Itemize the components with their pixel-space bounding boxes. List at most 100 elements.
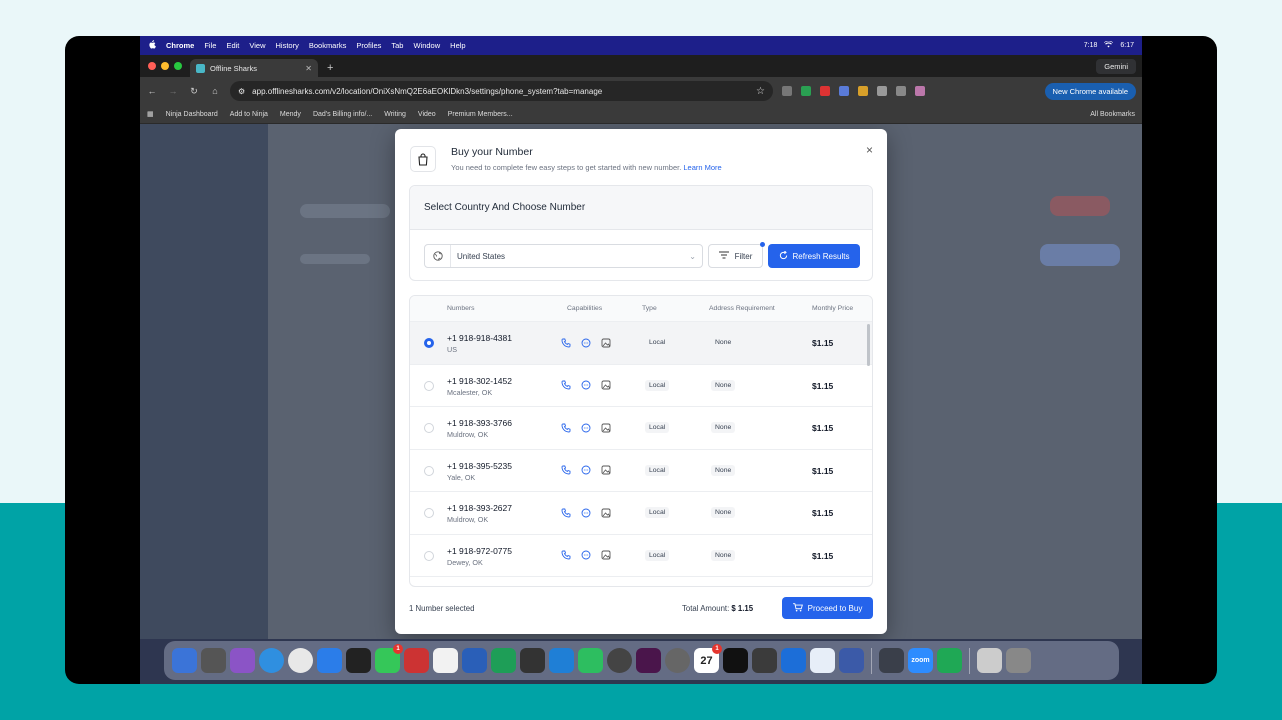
filter-button[interactable]: Filter (708, 244, 763, 268)
reload-icon[interactable]: ↻ (188, 86, 200, 97)
vscode-icon[interactable] (549, 648, 574, 673)
home-icon[interactable]: ⌂ (209, 86, 221, 96)
proceed-to-buy-button[interactable]: Proceed to Buy (782, 597, 873, 619)
download-icon[interactable] (896, 86, 906, 96)
back-arrow-icon[interactable]: ← (146, 86, 158, 96)
app-icon[interactable] (781, 648, 806, 673)
address-bar[interactable]: ⚙ app.offlinesharks.com/v2/location/OniX… (230, 81, 773, 101)
menu-view[interactable]: View (249, 41, 265, 50)
final-cut-icon[interactable] (752, 648, 777, 673)
extension-icon[interactable] (820, 86, 830, 96)
extension-icon[interactable] (839, 86, 849, 96)
row-radio[interactable] (424, 380, 434, 391)
capcut-icon[interactable] (723, 648, 748, 673)
capabilities (560, 380, 611, 391)
app-icon[interactable] (810, 648, 835, 673)
site-info-icon[interactable]: ⚙ (238, 87, 245, 96)
asana-icon[interactable] (404, 648, 429, 673)
forward-arrow-icon[interactable]: → (167, 86, 179, 96)
table-row[interactable]: +1 918-918-4381 US Local None $1.15 (410, 322, 872, 365)
bookmark-add-to-ninja[interactable]: Add to Ninja (230, 111, 268, 118)
refresh-results-button[interactable]: Refresh Results (768, 244, 860, 268)
calendar-icon[interactable]: 27 1 (694, 644, 722, 673)
menubar-clock[interactable]: 6:17 (1120, 42, 1134, 49)
menu-window[interactable]: Window (413, 41, 440, 50)
apple-menu-icon[interactable] (148, 40, 156, 51)
sequence-icon[interactable] (433, 648, 458, 673)
menu-bookmarks[interactable]: Bookmarks (309, 41, 347, 50)
finder-icon[interactable] (172, 648, 197, 673)
row-radio[interactable] (424, 465, 434, 476)
wifi-icon[interactable] (1104, 40, 1114, 50)
extension-icon[interactable] (801, 86, 811, 96)
gemini-button[interactable]: Gemini (1096, 59, 1136, 74)
new-tab-icon[interactable]: + (327, 62, 333, 74)
excel-icon[interactable] (491, 648, 516, 673)
row-radio[interactable] (424, 338, 434, 348)
puzzle-icon[interactable] (877, 86, 887, 96)
table-row[interactable]: +1 918-972-0775 Dewey, OK Local None $1.15 (410, 535, 872, 577)
close-icon[interactable]: × (866, 143, 873, 157)
page-overlay-backdrop[interactable]: Buy your Number You need to complete few… (140, 124, 1142, 639)
direct-icon[interactable] (317, 648, 342, 673)
menu-help[interactable]: Help (450, 41, 465, 50)
learn-more-link[interactable]: Learn More (683, 163, 721, 172)
menu-edit[interactable]: Edit (226, 41, 239, 50)
url-text[interactable]: app.offlinesharks.com/v2/location/OniXsN… (252, 87, 749, 96)
monthly-price: $1.15 (812, 423, 834, 433)
table-scrollbar[interactable] (867, 324, 870, 366)
launchpad-icon[interactable] (201, 648, 226, 673)
chrome-icon[interactable] (288, 648, 313, 673)
table-row[interactable]: +1 918-395-5235 Yale, OK Local None $1.15 (410, 450, 872, 492)
minimize-window-button[interactable] (161, 62, 169, 70)
app-icon[interactable] (346, 648, 371, 673)
menu-profiles[interactable]: Profiles (356, 41, 381, 50)
settings-gear-icon[interactable] (665, 648, 690, 673)
close-window-button[interactable] (148, 62, 156, 70)
menu-tab[interactable]: Tab (391, 41, 403, 50)
evernote-icon[interactable] (578, 648, 603, 673)
tab-offline-sharks[interactable]: Offline Sharks ✕ (190, 59, 318, 77)
bookmark-ninja-dashboard[interactable]: Ninja Dashboard (166, 111, 218, 118)
app-icon[interactable] (839, 648, 864, 673)
extension-icon[interactable] (782, 86, 792, 96)
app-icon[interactable] (520, 648, 545, 673)
extension-icon[interactable] (858, 86, 868, 96)
github-icon[interactable] (230, 648, 255, 673)
table-row[interactable]: +1 918-302-1452 Mcalester, OK Local None $1.… (410, 365, 872, 407)
bookmark-video[interactable]: Video (418, 111, 436, 118)
new-chrome-available-button[interactable]: New Chrome available (1044, 82, 1136, 100)
phone-icon[interactable] (937, 648, 962, 673)
menu-file[interactable]: File (204, 41, 216, 50)
bookmark-premium-members[interactable]: Premium Members... (448, 111, 513, 118)
document-thumbnail-icon[interactable] (977, 648, 1002, 673)
trash-icon[interactable] (1006, 648, 1031, 673)
messages-icon[interactable]: 1 (375, 644, 403, 673)
bookmark-star-icon[interactable]: ☆ (756, 86, 765, 97)
bookmark-mendy[interactable]: Mendy (280, 111, 301, 118)
all-bookmarks[interactable]: All Bookmarks (1090, 111, 1135, 118)
slack-icon[interactable] (636, 648, 661, 673)
row-radio[interactable] (424, 550, 434, 561)
shopping-bag-icon (410, 146, 436, 172)
row-radio[interactable] (424, 508, 434, 518)
country-select[interactable]: United States ⌄ (424, 244, 703, 268)
timer-readout[interactable]: 7:18 (1084, 42, 1098, 49)
menu-chrome[interactable]: Chrome (166, 41, 194, 50)
close-tab-icon[interactable]: ✕ (305, 64, 312, 73)
bookmark-writing[interactable]: Writing (384, 111, 406, 118)
app-icon[interactable] (462, 648, 487, 673)
bookmark-dads-billing[interactable]: Dad's Billing info/... (313, 111, 372, 118)
table-body: +1 918-918-4381 US Local None $1.15 +1 918-30… (410, 322, 872, 577)
table-row[interactable]: +1 918-393-2627 Muldrow, OK Local None $1.15 (410, 492, 872, 535)
app-icon[interactable] (879, 648, 904, 673)
menu-history[interactable]: History (276, 41, 299, 50)
zoom-window-button[interactable] (174, 62, 182, 70)
safari-icon[interactable] (259, 648, 284, 673)
apps-grid-icon[interactable]: ▦ (147, 110, 154, 118)
zoom-icon[interactable]: zoom (908, 648, 933, 673)
app-icon[interactable] (607, 648, 632, 673)
row-radio[interactable] (424, 423, 434, 433)
table-row[interactable]: +1 918-393-3766 Muldrow, OK Local None $1.15 (410, 407, 872, 450)
profile-avatar-icon[interactable] (915, 86, 925, 96)
